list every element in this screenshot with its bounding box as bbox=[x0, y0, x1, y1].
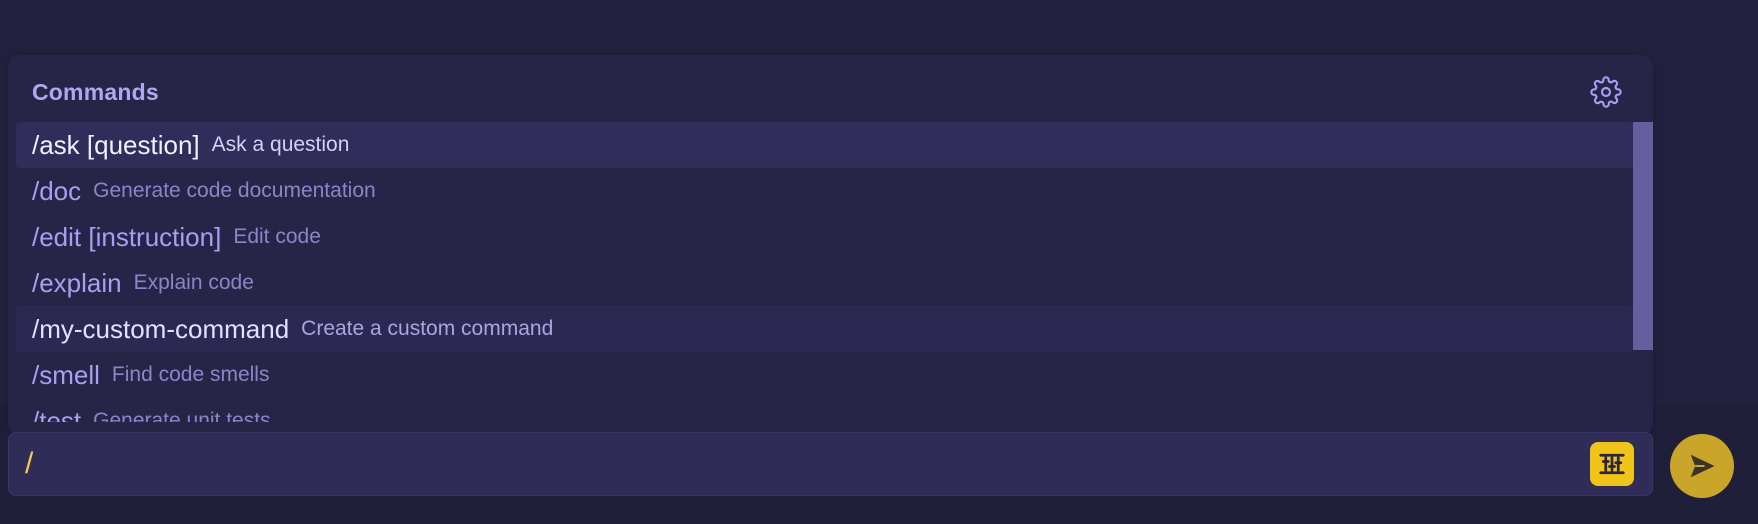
list-scrollbar[interactable] bbox=[1633, 122, 1653, 350]
popup-title: Commands bbox=[32, 79, 159, 105]
command-name: /smell bbox=[32, 359, 100, 390]
command-name: /test bbox=[32, 405, 82, 423]
chat-input-box[interactable] bbox=[8, 432, 1653, 496]
chat-input[interactable] bbox=[25, 447, 1525, 481]
command-item-edit[interactable]: /edit [instruction] Edit code bbox=[16, 214, 1634, 260]
command-item-smell[interactable]: /smell Find code smells bbox=[16, 352, 1634, 398]
command-description: Ask a question bbox=[211, 133, 350, 156]
command-item-my-custom-command[interactable]: /my-custom-command Create a custom comma… bbox=[16, 306, 1634, 352]
command-list: /ask [question] Ask a question /doc Gene… bbox=[16, 122, 1634, 422]
commands-popup: Commands /ask [question] Ask a question … bbox=[8, 55, 1653, 435]
command-item-test[interactable]: /test Generate unit tests bbox=[16, 398, 1634, 423]
command-description: Generate unit tests bbox=[93, 409, 271, 422]
settings-button[interactable] bbox=[1590, 442, 1634, 486]
command-item-ask[interactable]: /ask [question] Ask a question bbox=[16, 122, 1634, 168]
command-item-explain[interactable]: /explain Explain code bbox=[16, 260, 1634, 306]
command-name: /edit [instruction] bbox=[32, 221, 222, 252]
command-description: Find code smells bbox=[111, 363, 270, 386]
command-description: Explain code bbox=[133, 271, 254, 294]
command-description: Edit code bbox=[233, 225, 321, 248]
gear-icon[interactable] bbox=[1590, 76, 1622, 108]
command-name: /doc bbox=[32, 175, 82, 206]
sliders-icon bbox=[1599, 453, 1625, 475]
command-description: Generate code documentation bbox=[93, 179, 376, 202]
command-description: Create a custom command bbox=[301, 317, 554, 340]
command-item-doc[interactable]: /doc Generate code documentation bbox=[16, 168, 1634, 214]
send-icon bbox=[1690, 454, 1715, 478]
command-name: /ask [question] bbox=[32, 129, 200, 160]
command-name: /explain bbox=[32, 267, 122, 298]
send-button[interactable] bbox=[1670, 434, 1734, 498]
command-name: /my-custom-command bbox=[32, 313, 290, 344]
